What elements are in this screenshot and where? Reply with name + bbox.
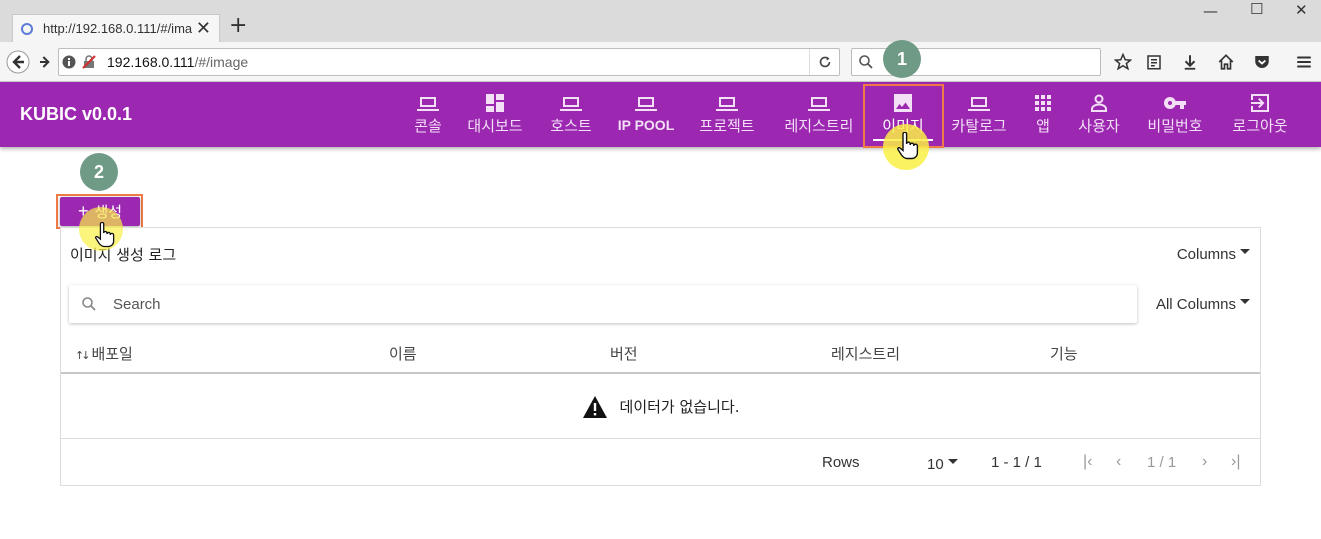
nav-item-registry[interactable]: 레지스트리 (776, 82, 862, 147)
caret-down-icon (1240, 249, 1250, 254)
person-icon (1091, 94, 1107, 112)
warning-icon (582, 395, 607, 418)
nav-label: 비밀번호 (1147, 117, 1203, 135)
hand-cursor-icon (897, 132, 919, 160)
nav-label: 호스트 (550, 117, 592, 135)
nav-item-ip-pool[interactable]: IP POOL (613, 82, 679, 147)
col-header-version[interactable]: 버전 (610, 343, 638, 364)
col-header-name[interactable]: 이름 (389, 343, 417, 364)
app-bar: KUBIC v0.0.1 콘솔 대시보드 호스트 IP POOL 프로젝트 레지… (0, 82, 1321, 147)
col-header-function[interactable]: 기능 (1050, 343, 1078, 364)
table-header: ↑↓ 배포일 이름 버전 레지스트리 기능 (61, 334, 1260, 374)
table-footer: Rows 10 1 - 1 / 1 |‹ ‹ 1 / 1 › ›| (61, 440, 1260, 486)
laptop-icon (635, 97, 657, 111)
empty-state-row: 데이터가 없습니다. (61, 375, 1260, 439)
tab-close-icon[interactable]: ✕ (196, 19, 211, 38)
download-icon[interactable] (1180, 52, 1200, 72)
nav-item-catalog[interactable]: 카탈로그 (943, 82, 1015, 147)
sort-icon: ↑↓ (75, 349, 91, 362)
url-host: 192.168.0.111 (107, 54, 195, 70)
nav-item-console[interactable]: 콘솔 (405, 82, 451, 147)
nav-label: 콘솔 (414, 117, 442, 135)
apps-icon (1035, 95, 1051, 111)
nav-label: IP POOL (617, 117, 675, 133)
col-header-deploy-date[interactable]: ↑↓ 배포일 (75, 343, 133, 364)
tab-title: http://192.168.0.111/#/imag (43, 21, 192, 36)
prev-page-icon[interactable]: ‹ (1116, 453, 1121, 471)
nav-item-apps[interactable]: 앱 (1026, 82, 1060, 147)
nav-label: 로그아웃 (1232, 117, 1288, 135)
first-page-icon[interactable]: |‹ (1083, 453, 1092, 471)
hand-cursor-icon (95, 222, 115, 248)
nav-item-logout[interactable]: 로그아웃 (1224, 82, 1296, 147)
maximize-icon[interactable]: ☐ (1250, 2, 1263, 17)
card-title: 이미지 생성 로그 (70, 246, 177, 264)
laptop-icon (716, 97, 738, 111)
bookmark-star-icon[interactable] (1113, 52, 1133, 72)
page-indicator: 1 / 1 (1147, 454, 1177, 471)
last-page-icon[interactable]: ›| (1231, 453, 1240, 471)
insecure-lock-icon (79, 55, 99, 69)
forward-icon[interactable] (33, 50, 57, 74)
laptop-icon (808, 97, 830, 111)
screen: http://192.168.0.111/#/imag ✕ + — ☐ ✕ 19… (0, 0, 1321, 539)
browser-navbar: 192.168.0.111/#/image (0, 42, 1321, 82)
rows-label: Rows (822, 454, 860, 471)
all-columns-dropdown[interactable]: All Columns (1156, 296, 1250, 313)
hamburger-menu-icon[interactable] (1294, 52, 1314, 72)
laptop-icon (560, 97, 582, 111)
nav-label: 레지스트리 (784, 117, 854, 135)
url-path: /#/image (194, 54, 249, 70)
rows-per-page-select[interactable]: 10 (927, 456, 958, 473)
url-bar[interactable]: 192.168.0.111/#/image (58, 48, 840, 76)
pocket-icon[interactable] (1252, 52, 1272, 72)
nav-label: 앱 (1036, 117, 1050, 135)
caret-down-icon (1240, 299, 1250, 304)
reload-icon[interactable] (809, 49, 839, 75)
nav-label: 대시보드 (467, 117, 523, 135)
nav-label: 프로젝트 (699, 117, 755, 135)
image-log-card: 이미지 생성 로그 Columns All Columns ↑↓배포일 이름 버… (60, 227, 1261, 486)
col-header-registry[interactable]: 레지스트리 (831, 343, 900, 364)
all-columns-label: All Columns (1155, 296, 1236, 313)
app-brand: KUBIC v0.0.1 (20, 104, 133, 124)
minimize-icon[interactable]: — (1203, 4, 1218, 19)
columns-dropdown[interactable]: Columns (1177, 246, 1250, 263)
table-search (69, 285, 1137, 323)
search-icon (69, 296, 109, 312)
nav-item-password[interactable]: 비밀번호 (1140, 82, 1210, 147)
nav-label: 사용자 (1078, 117, 1120, 135)
key-icon (1163, 97, 1186, 109)
empty-message: 데이터가 없습니다. (619, 398, 740, 416)
new-tab-icon[interactable]: + (229, 15, 247, 37)
window-close-icon[interactable]: ✕ (1295, 3, 1308, 18)
nav-item-host[interactable]: 호스트 (543, 82, 599, 147)
laptop-icon (968, 97, 990, 111)
info-icon[interactable] (59, 55, 79, 69)
laptop-icon (417, 97, 439, 111)
caret-down-icon (947, 459, 958, 464)
next-page-icon[interactable]: › (1202, 453, 1207, 471)
search-input[interactable] (113, 295, 1013, 313)
nav-label: 카탈로그 (951, 117, 1007, 135)
search-icon (859, 55, 873, 69)
browser-tab[interactable]: http://192.168.0.111/#/imag ✕ (12, 14, 220, 42)
step-badge-1: 1 (883, 40, 921, 78)
dashboard-icon (486, 94, 504, 112)
page-range: 1 - 1 / 1 (991, 454, 1042, 471)
favicon-icon (21, 22, 33, 35)
reading-list-icon[interactable] (1144, 52, 1164, 72)
nav-item-users[interactable]: 사용자 (1071, 82, 1127, 147)
logout-icon (1251, 94, 1269, 112)
nav-item-dashboard[interactable]: 대시보드 (461, 82, 529, 147)
browser-tabstrip: http://192.168.0.111/#/imag ✕ + — ☐ ✕ (0, 0, 1321, 42)
back-icon[interactable] (6, 50, 30, 74)
home-icon[interactable] (1216, 52, 1236, 72)
columns-label: Columns (1176, 246, 1236, 263)
nav-item-project[interactable]: 프로젝트 (693, 82, 761, 147)
step-badge-2: 2 (80, 153, 118, 191)
